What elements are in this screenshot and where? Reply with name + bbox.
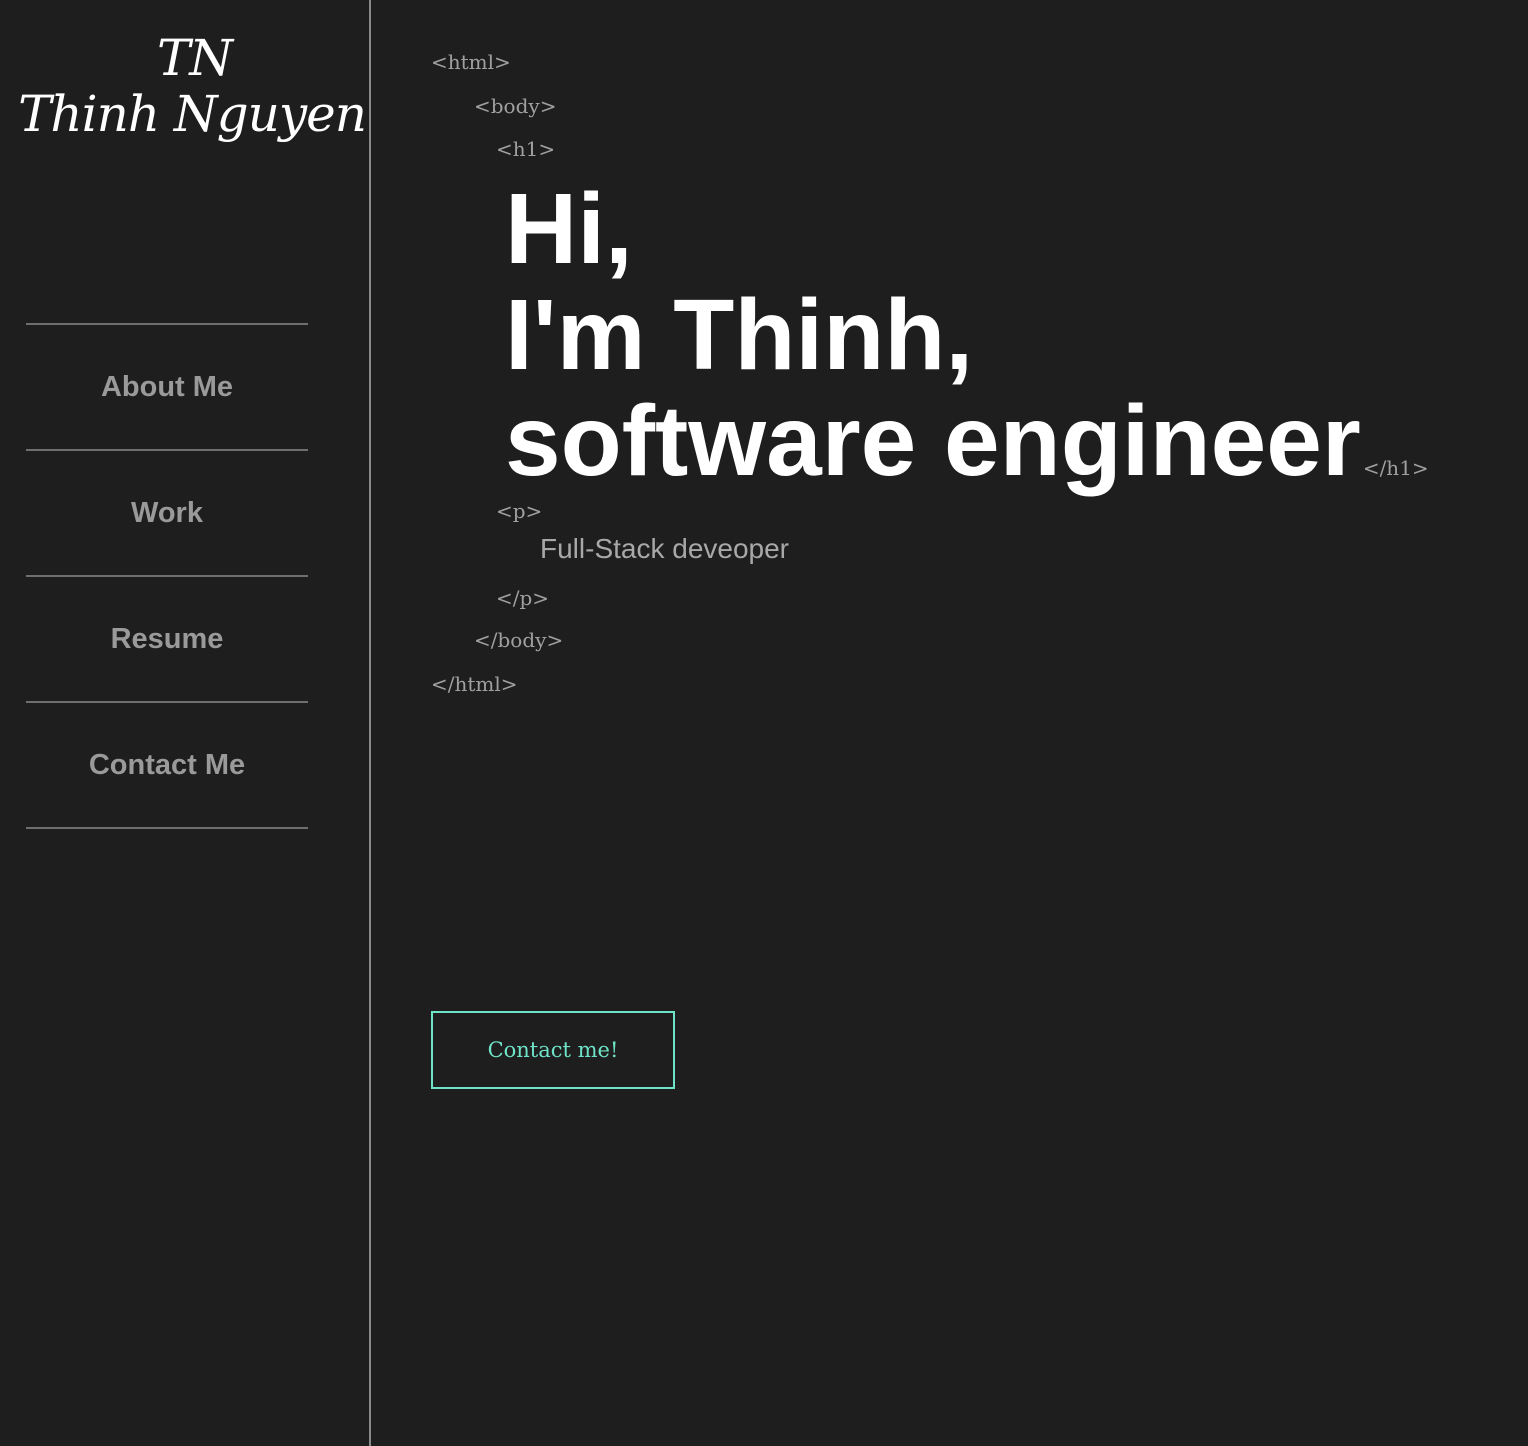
p-open-tag: <p> — [496, 499, 543, 523]
headline-line-3: software engineer </h1> — [505, 388, 1429, 521]
body-open-tag: <body> — [474, 94, 557, 118]
headline-line-3-text: software engineer — [505, 385, 1361, 497]
nav-item-label[interactable]: Contact Me — [89, 749, 245, 782]
page: TN Thinh Nguyen About Me Work Resume Con… — [0, 0, 1528, 1446]
nav-item-label[interactable]: Resume — [111, 623, 224, 656]
sidebar: TN Thinh Nguyen About Me Work Resume Con… — [0, 0, 371, 1446]
nav-item-label[interactable]: Work — [131, 497, 203, 530]
logo-initials: TN — [156, 29, 233, 87]
hero-headline: Hi, I'm Thinh, software engineer </h1> — [505, 176, 1429, 521]
nav-item-resume[interactable]: Resume — [26, 577, 308, 703]
html-open-tag: <html> — [431, 50, 511, 74]
headline-line-1: Hi, — [505, 173, 633, 285]
body-close-tag: </body> — [474, 628, 564, 652]
hero-subtitle: Full-Stack deveoper — [540, 533, 790, 564]
nav-item-label[interactable]: About Me — [101, 371, 233, 404]
contact-me-button-label: Contact me! — [487, 1038, 619, 1062]
nav-item-work[interactable]: Work — [26, 451, 308, 577]
sidebar-nav: About Me Work Resume Contact Me — [26, 323, 308, 829]
contact-me-button[interactable]: Contact me! — [431, 1011, 675, 1089]
h1-open-tag: <h1> — [496, 137, 556, 161]
nav-item-about-me[interactable]: About Me — [26, 325, 308, 451]
h1-close-tag: </h1> — [1362, 456, 1429, 480]
logo-name: Thinh Nguyen — [18, 85, 367, 143]
html-close-tag: </html> — [431, 672, 518, 696]
logo[interactable]: TN Thinh Nguyen — [0, 30, 369, 142]
nav-item-contact-me[interactable]: Contact Me — [26, 703, 308, 829]
p-close-tag: </p> — [496, 586, 550, 610]
headline-line-2: I'm Thinh, — [505, 279, 974, 391]
